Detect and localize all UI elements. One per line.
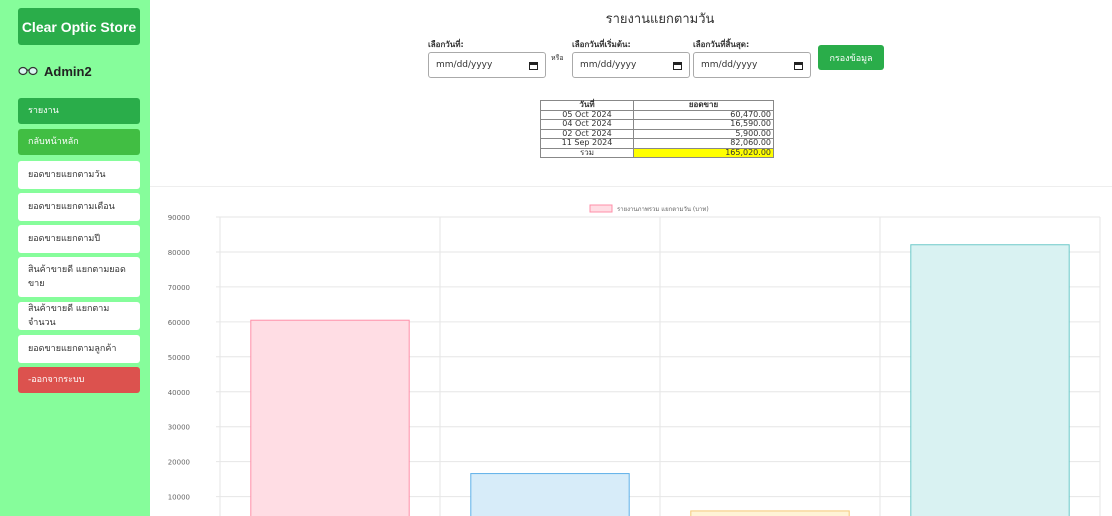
date-label: เลือกวันที่: <box>428 40 464 49</box>
y-tick-label: 90000 <box>168 214 190 222</box>
nav-sales-by-month[interactable]: ยอดขายแยกตามเดือน <box>18 193 140 221</box>
nav-home[interactable]: กลับหน้าหลัก <box>18 129 140 155</box>
nav-sales-by-day[interactable]: ยอดขายแยกตามวัน <box>18 161 140 189</box>
cell-date: 05 Oct 2024 <box>540 109 634 120</box>
nav-sales-by-year[interactable]: ยอดขายแยกตามปี <box>18 225 140 253</box>
end-date-input[interactable]: mm/dd/yyyy <box>693 52 811 78</box>
cell-sales: 16,590.00 <box>633 119 774 130</box>
start-date-input[interactable]: mm/dd/yyyy <box>572 52 690 78</box>
y-tick-label: 20000 <box>168 459 190 467</box>
divider <box>150 186 1112 187</box>
nav-bestseller-by-quantity[interactable]: สินค้าขายดี แยกตามจำนวน <box>18 302 140 330</box>
bar <box>910 244 1070 516</box>
cell-sales: 5,900.00 <box>633 128 774 139</box>
calendar-icon[interactable] <box>529 61 538 70</box>
table-row: 02 Oct 2024 5,900.00 <box>540 128 774 139</box>
y-tick-label: 50000 <box>168 354 190 362</box>
brand-button[interactable]: Clear Optic Store <box>18 8 140 45</box>
start-date-label: เลือกวันที่เริ่มต้น: <box>572 40 631 49</box>
start-date-input-value: mm/dd/yyyy <box>580 60 637 70</box>
y-tick-label: 30000 <box>168 424 190 432</box>
table-row: 04 Oct 2024 16,590.00 <box>540 119 774 130</box>
user-info: Admin2 <box>18 63 92 79</box>
end-date-label: เลือกวันที่สิ้นสุด: <box>693 40 750 49</box>
total-value: 165,020.00 <box>633 147 774 158</box>
y-tick-label: 70000 <box>168 284 190 292</box>
cell-date: 11 Sep 2024 <box>540 138 634 149</box>
legend-label: รายงานภาพรวม แยกตามวัน (บาท) <box>617 206 709 213</box>
nav-bestseller-by-sales[interactable]: สินค้าขายดี แยกตามยอดขาย <box>18 257 140 297</box>
sales-table: วันที่ ยอดขาย 05 Oct 2024 60,470.00 04 O… <box>540 100 774 158</box>
column-header-date: วันที่ <box>540 100 634 111</box>
date-input-value: mm/dd/yyyy <box>436 60 493 70</box>
filter-button[interactable]: กรองข้อมูล <box>818 45 884 70</box>
table-row: 05 Oct 2024 60,470.00 <box>540 109 774 120</box>
y-tick-label: 80000 <box>168 249 190 257</box>
column-header-sales: ยอดขาย <box>633 100 774 111</box>
end-date-input-value: mm/dd/yyyy <box>701 60 758 70</box>
legend-swatch <box>589 204 613 213</box>
cell-date: 02 Oct 2024 <box>540 128 634 139</box>
cell-date: 04 Oct 2024 <box>540 119 634 130</box>
bar <box>690 510 850 516</box>
calendar-icon[interactable] <box>673 61 682 70</box>
y-tick-label: 40000 <box>168 389 190 397</box>
table-header-row: วันที่ ยอดขาย <box>540 100 774 111</box>
y-tick-label: 10000 <box>168 494 190 502</box>
bar <box>250 319 410 516</box>
sales-chart: 10000 20000 30000 40000 50000 60000 70000 80000… <box>168 204 1101 516</box>
or-text: หรือ <box>551 54 564 62</box>
page-title: รายงานแยกตามวัน <box>605 12 715 27</box>
glasses-icon <box>18 66 38 76</box>
cell-sales: 82,060.00 <box>633 138 774 149</box>
y-tick-label: 60000 <box>168 319 190 327</box>
bar <box>470 473 630 516</box>
logout-button[interactable]: -ออกจากระบบ <box>18 367 140 393</box>
user-name: Admin2 <box>44 63 92 79</box>
calendar-icon[interactable] <box>794 61 803 70</box>
table-row: 11 Sep 2024 82,060.00 <box>540 138 774 149</box>
cell-sales: 60,470.00 <box>633 109 774 120</box>
nav-sales-by-customer[interactable]: ยอดขายแยกตามลูกค้า <box>18 335 140 363</box>
table-total-row: รวม 165,020.00 <box>540 147 774 158</box>
date-input[interactable]: mm/dd/yyyy <box>428 52 546 78</box>
sidebar: Clear Optic Store Admin2 รายงาน กลับหน้า… <box>0 0 150 516</box>
nav-report[interactable]: รายงาน <box>18 98 140 124</box>
total-label: รวม <box>540 147 634 158</box>
